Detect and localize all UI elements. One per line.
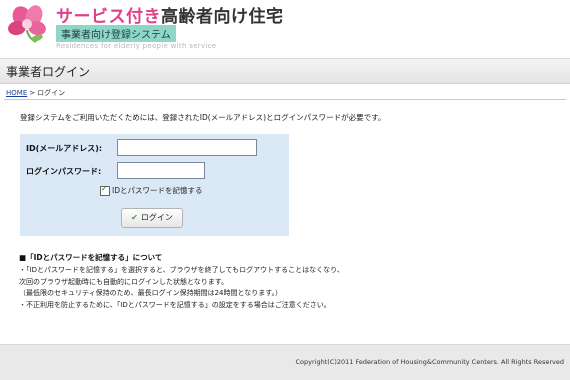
login-button-label: ログイン <box>140 213 173 222</box>
id-label: ID(メールアドレス): <box>26 144 103 153</box>
check-icon: ✔ <box>131 213 138 222</box>
divider <box>4 99 566 100</box>
site-header: サービス付き高齢者向け住宅 事業者向け登録システム Residences for… <box>0 0 570 56</box>
note-line: ・「IDとパスワードを記憶する」を選択すると、ブラウザを終了してもログアウトする… <box>19 266 344 274</box>
breadcrumb-current: ログイン <box>37 89 66 97</box>
breadcrumb: HOME > ログイン <box>6 88 65 98</box>
intro-text: 登録システムをご利用いただくためには、登録されたID(メールアドレス)とログイン… <box>20 113 386 122</box>
flower-logo-icon <box>8 5 46 43</box>
breadcrumb-separator: > <box>29 89 36 97</box>
password-input[interactable] <box>117 162 205 179</box>
site-subtitle: Residences for elderly people with servi… <box>56 42 217 50</box>
remember-checkbox[interactable] <box>100 184 110 196</box>
breadcrumb-home-link[interactable]: HOME <box>6 89 27 97</box>
note-line: 次回のブラウザ起動時にも自動的にログインした状態となります。 <box>19 278 229 286</box>
page-title-bar: 事業者ログイン <box>0 58 570 84</box>
page-title: 事業者ログイン <box>6 65 91 79</box>
remember-label: IDとパスワードを記憶する <box>112 186 203 195</box>
login-button[interactable]: ✔ ログイン <box>121 208 183 228</box>
copyright: Copyright(C)2011 Federation of Housing&C… <box>295 358 564 366</box>
note-line: （最低限のセキュリティ保持のため、最長ログイン保持期間は24時間となります。） <box>19 289 283 297</box>
remember-notes-title: ■「IDとパスワードを記憶する」について <box>19 253 163 262</box>
id-input[interactable] <box>117 139 257 156</box>
note-line: ・不正利用を防止するために、「IDとパスワードを記憶する」の設定をする場合はご注… <box>19 301 331 309</box>
site-title: サービス付き高齢者向け住宅 <box>56 7 284 27</box>
login-form: ID(メールアドレス): ログインパスワード: IDとパスワードを記憶する ✔ロ… <box>20 134 289 236</box>
footer: Copyright(C)2011 Federation of Housing&C… <box>0 344 570 380</box>
remember-option[interactable]: IDとパスワードを記憶する <box>100 184 203 196</box>
password-label: ログインパスワード: <box>26 167 102 176</box>
system-label: 事業者向け登録システム <box>56 25 176 42</box>
